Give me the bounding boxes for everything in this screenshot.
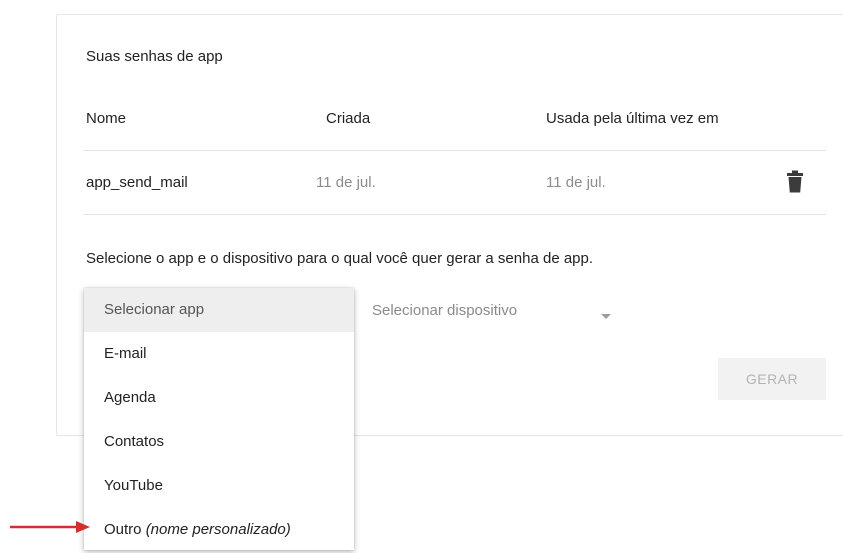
row-divider <box>84 214 826 215</box>
row-app-name: app_send_mail <box>86 174 188 191</box>
dropdown-item-label: YouTube <box>104 477 163 494</box>
chevron-down-icon <box>600 307 612 325</box>
annotation-arrow-icon <box>10 519 92 540</box>
device-select[interactable]: Selecionar dispositivo <box>364 290 624 330</box>
dropdown-item-other[interactable]: Outro (nome personalizado) <box>84 508 354 552</box>
other-label: Outro <box>104 521 142 538</box>
device-select-label: Selecionar dispositivo <box>372 302 518 319</box>
dropdown-item-label: Agenda <box>104 389 156 406</box>
column-header-name: Nome <box>86 110 127 127</box>
dropdown-item-label: Selecionar app <box>104 301 205 318</box>
header-divider <box>84 150 826 151</box>
dropdown-item-label: E-mail <box>104 345 147 362</box>
dropdown-item-email[interactable]: E-mail <box>84 332 354 376</box>
column-header-created: Criada <box>326 110 371 127</box>
generate-instruction: Selecione o app e o dispositivo para o q… <box>86 250 594 267</box>
dropdown-item-contacts[interactable]: Contatos <box>84 420 354 464</box>
trash-icon[interactable] <box>786 170 804 194</box>
dropdown-item-select-app[interactable]: Selecionar app <box>84 288 354 332</box>
generate-button[interactable]: GERAR <box>718 358 826 400</box>
app-select-dropdown: Selecionar app E-mail Agenda Contatos Yo… <box>84 288 354 550</box>
row-created-date: 11 de jul. <box>316 174 376 191</box>
column-header-last-used: Usada pela última vez em <box>546 110 719 127</box>
dropdown-item-calendar[interactable]: Agenda <box>84 376 354 420</box>
card-title: Suas senhas de app <box>86 48 223 65</box>
dropdown-item-label: Contatos <box>104 433 165 450</box>
dropdown-item-youtube[interactable]: YouTube <box>84 464 354 508</box>
dropdown-item-label: Outro (nome personalizado) <box>104 521 291 538</box>
row-last-used-date: 11 de jul. <box>546 174 606 191</box>
other-note: (nome personalizado) <box>145 521 291 538</box>
